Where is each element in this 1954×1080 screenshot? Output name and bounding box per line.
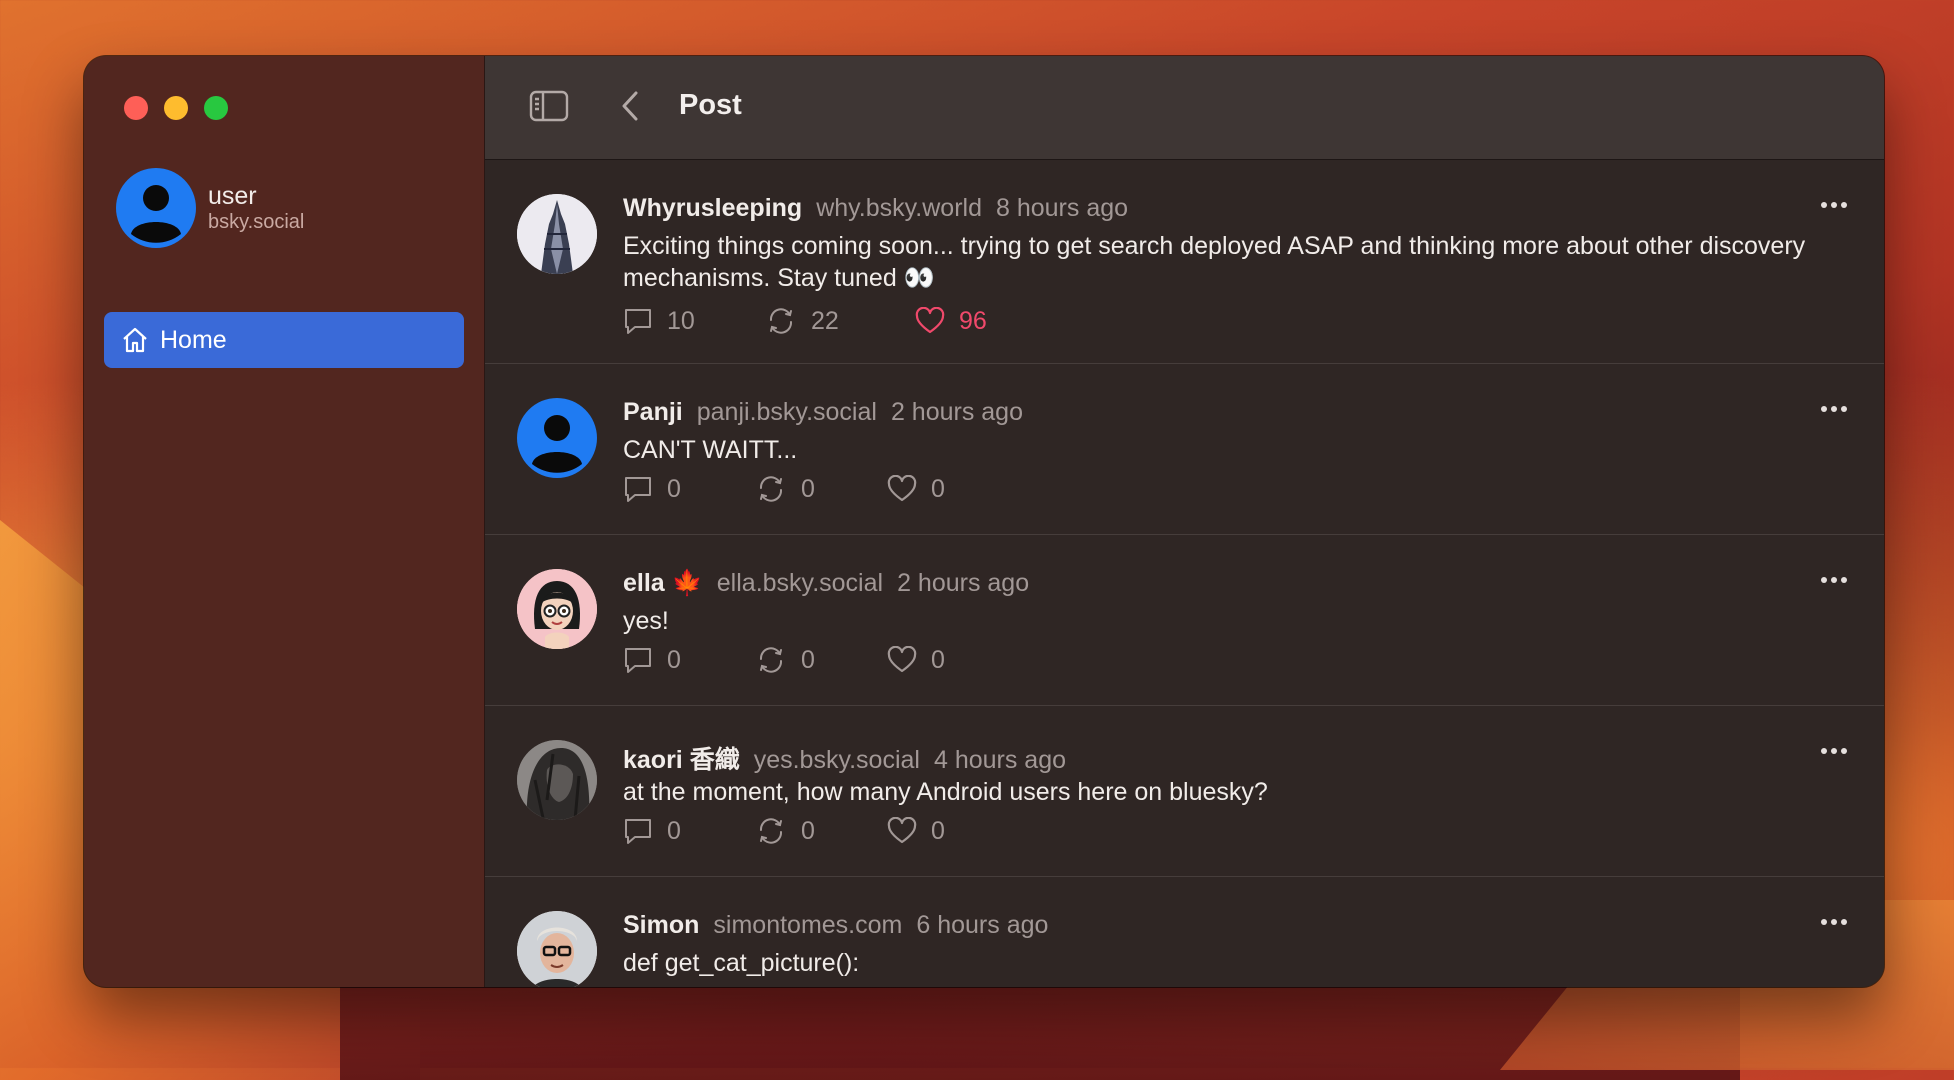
reply-icon [625, 477, 651, 502]
account-handle: bsky.social [208, 211, 305, 233]
like-button[interactable]: 0 [887, 475, 945, 504]
sidebar-item-label: Home [160, 325, 227, 354]
post-header: Simon simontomes.com 6 hours ago [623, 911, 1048, 940]
post-actions: 10 22 96 [623, 306, 987, 336]
author-handle[interactable]: ella.bsky.social [717, 569, 883, 597]
post-text: yes! [623, 607, 669, 635]
like-button[interactable]: 0 [887, 646, 945, 675]
more-options-icon[interactable] [1820, 400, 1848, 418]
like-count: 0 [931, 474, 945, 503]
reply-count: 0 [667, 474, 681, 503]
heart-icon [887, 817, 917, 844]
post-item[interactable]: Whyrusleeping why.bsky.world 8 hours ago E… [485, 160, 1884, 364]
repost-button[interactable]: 0 [755, 645, 887, 675]
author-name[interactable]: Simon [623, 911, 699, 939]
reply-icon [625, 648, 651, 673]
more-options-icon[interactable] [1820, 742, 1848, 760]
author-handle[interactable]: why.bsky.world [816, 194, 982, 222]
reply-button[interactable]: 10 [623, 307, 765, 336]
more-options-icon[interactable] [1820, 913, 1848, 931]
post-header: Panji panji.bsky.social 2 hours ago [623, 398, 1023, 427]
heart-icon [915, 307, 945, 334]
reply-button[interactable]: 0 [623, 646, 755, 675]
repost-count: 0 [801, 816, 815, 845]
author-name[interactable]: Panji [623, 398, 683, 426]
author-name[interactable]: ella 🍁 [623, 569, 703, 597]
sidebar: user bsky.social Home [84, 56, 485, 987]
post-item[interactable]: Panji panji.bsky.social 2 hours ago CAN'T … [485, 364, 1884, 535]
heart-icon [887, 646, 917, 673]
post-header: Whyrusleeping why.bsky.world 8 hours ago [623, 194, 1128, 223]
post-actions: 0 0 0 [623, 645, 945, 675]
post-item[interactable]: ella 🍁 ella.bsky.social 2 hours ago yes! 0… [485, 535, 1884, 706]
minimize-button[interactable] [164, 96, 188, 120]
post-avatar[interactable] [517, 740, 597, 820]
post-header: kaori 香織 yes.bsky.social 4 hours ago [623, 740, 1066, 776]
user-avatar-icon [116, 168, 196, 248]
like-button[interactable]: 96 [915, 307, 987, 336]
post-time: 8 hours ago [995, 194, 1129, 222]
repost-button[interactable]: 0 [755, 474, 887, 504]
post-text: def get_cat_picture(): [623, 949, 860, 977]
post-text: at the moment, how many Android users he… [623, 778, 1268, 806]
repost-button[interactable]: 0 [755, 816, 887, 846]
post-time: 4 hours ago [933, 746, 1067, 774]
heart-icon [887, 475, 917, 502]
post-actions: 0 0 0 [623, 816, 945, 846]
account-header[interactable]: user bsky.social [116, 168, 304, 248]
author-handle[interactable]: yes.bsky.social [754, 746, 920, 774]
reply-icon [625, 819, 651, 844]
post-time: 6 hours ago [916, 911, 1049, 939]
main-content: Post Whyrusleeping why.bsky.world 8 hours … [485, 56, 1884, 987]
more-options-icon[interactable] [1820, 571, 1848, 589]
post-item[interactable]: Simon simontomes.com 6 hours ago def get_c… [485, 877, 1884, 987]
post-time: 2 hours ago [897, 569, 1030, 597]
repost-count: 0 [801, 645, 815, 674]
repost-icon [759, 647, 783, 673]
reply-count: 10 [667, 306, 695, 335]
post-feed: Whyrusleeping why.bsky.world 8 hours ago E… [485, 160, 1884, 987]
repost-count: 22 [811, 306, 839, 335]
like-count: 96 [959, 306, 987, 335]
reply-icon [625, 309, 651, 334]
like-count: 0 [931, 645, 945, 674]
zoom-button[interactable] [204, 96, 228, 120]
reply-count: 0 [667, 816, 681, 845]
reply-button[interactable]: 0 [623, 817, 755, 846]
app-window: user bsky.social Home Post Whyrusleeping… [84, 56, 1884, 987]
author-name[interactable]: Whyrusleeping [623, 194, 802, 222]
author-name[interactable]: kaori 香織 [623, 746, 740, 774]
post-item[interactable]: kaori 香織 yes.bsky.social 4 hours ago at th… [485, 706, 1884, 877]
repost-icon [759, 818, 783, 844]
close-button[interactable] [124, 96, 148, 120]
author-handle[interactable]: panji.bsky.social [697, 398, 877, 426]
like-button[interactable]: 0 [887, 817, 945, 846]
post-actions: 0 0 0 [623, 474, 945, 504]
repost-button[interactable]: 22 [765, 306, 915, 336]
sidebar-item-home[interactable]: Home [104, 312, 464, 368]
sidebar-toggle-icon[interactable] [529, 90, 569, 127]
repost-icon [769, 308, 793, 334]
repost-icon [759, 476, 783, 502]
house-icon [120, 325, 150, 355]
back-chevron-icon[interactable] [619, 90, 643, 127]
reply-button[interactable]: 0 [623, 475, 755, 504]
toolbar: Post [485, 56, 1884, 160]
author-handle[interactable]: simontomes.com [713, 911, 902, 939]
post-avatar[interactable] [517, 569, 597, 649]
more-options-icon[interactable] [1820, 196, 1848, 214]
post-avatar[interactable] [517, 194, 597, 274]
post-text: CAN'T WAITT... [623, 436, 798, 464]
post-avatar[interactable] [517, 911, 597, 987]
post-header: ella 🍁 ella.bsky.social 2 hours ago [623, 569, 1029, 598]
window-controls [124, 96, 228, 120]
like-count: 0 [931, 816, 945, 845]
repost-count: 0 [801, 474, 815, 503]
page-title: Post [679, 89, 742, 121]
post-text: Exciting things coming soon... trying to… [623, 232, 1806, 292]
account-name: user [208, 182, 257, 210]
reply-count: 0 [667, 645, 681, 674]
post-time: 2 hours ago [890, 398, 1023, 426]
post-avatar[interactable] [517, 398, 597, 478]
